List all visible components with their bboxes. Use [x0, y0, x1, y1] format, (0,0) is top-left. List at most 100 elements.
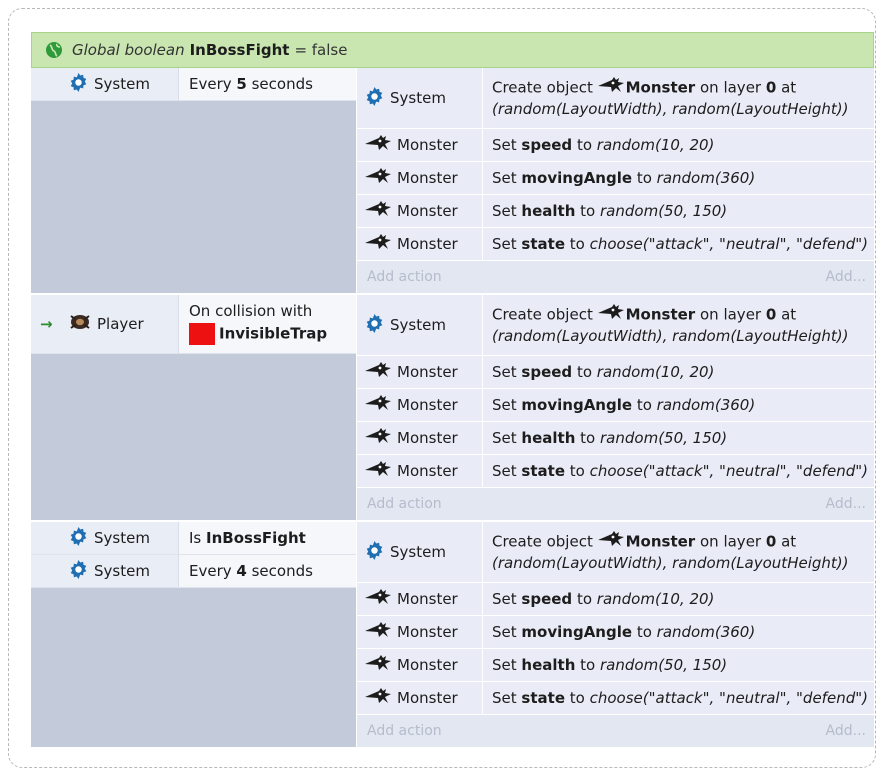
condition-object-name: System [94, 75, 150, 93]
action-text[interactable]: Set health to random(50, 150) [483, 422, 874, 454]
conditions-column[interactable]: System Is InBossFight System Every 4 second… [31, 522, 357, 747]
condition-object[interactable]: System [31, 522, 179, 554]
condition-row[interactable]: System Every 4 seconds [31, 555, 356, 588]
action-text[interactable]: Set movingAngle to random(360) [483, 389, 874, 421]
action-property: movingAngle [521, 395, 633, 414]
action-object[interactable]: Monster [357, 195, 483, 227]
action-row[interactable]: Monster Set movingAngle to random(360) [357, 616, 874, 649]
action-property: movingAngle [521, 622, 633, 641]
action-row[interactable]: Monster Set speed to random(10, 20) [357, 129, 874, 162]
action-object-name: Monster [397, 590, 458, 608]
action-text[interactable]: Create object Monster on layer 0 at (rand… [483, 522, 874, 582]
condition-object[interactable]: System [31, 555, 179, 587]
condition-text[interactable]: On collision with InvisibleTrap [179, 295, 356, 353]
event-block[interactable]: System Is InBossFight System Every 4 second… [31, 522, 874, 749]
add-action-link[interactable]: Add action [367, 269, 442, 285]
action-object[interactable]: Monster [357, 616, 483, 648]
conditions-column[interactable]: System Every 5 seconds [31, 68, 357, 293]
action-row[interactable]: Monster Set speed to random(10, 20) [357, 583, 874, 616]
action-object[interactable]: Monster [357, 455, 483, 487]
action-text[interactable]: Set state to choose("attack", "neutral",… [483, 682, 874, 714]
action-text[interactable]: Create object Monster on layer 0 at (rand… [483, 68, 874, 128]
condition-object-name: System [94, 562, 150, 580]
to-label: to [576, 135, 593, 154]
set-label: Set [492, 622, 517, 641]
action-object[interactable]: Monster [357, 583, 483, 615]
add-action-row[interactable]: Add action Add... [357, 715, 874, 747]
action-row[interactable]: System Create object Monster on layer 0 a… [357, 68, 874, 129]
action-row[interactable]: System Create object Monster on layer 0 a… [357, 522, 874, 583]
action-object[interactable]: Monster [357, 228, 483, 260]
condition-pre: Is [189, 529, 207, 547]
condition-text[interactable]: Is InBossFight [179, 522, 356, 554]
action-text[interactable]: Set speed to random(10, 20) [483, 129, 874, 161]
action-row[interactable]: Monster Set movingAngle to random(360) [357, 162, 874, 195]
action-text[interactable]: Set movingAngle to random(360) [483, 162, 874, 194]
condition-row[interactable]: System Every 5 seconds [31, 68, 356, 101]
action-text[interactable]: Set state to choose("attack", "neutral",… [483, 455, 874, 487]
action-row[interactable]: Monster Set health to random(50, 150) [357, 649, 874, 682]
action-object[interactable]: System [357, 68, 483, 128]
to-label: to [576, 362, 593, 381]
condition-object[interactable]: Player [31, 295, 179, 353]
action-object[interactable]: Monster [357, 422, 483, 454]
action-object-name: System [390, 316, 446, 334]
add-more-link[interactable]: Add... [826, 269, 866, 285]
action-text[interactable]: Create object Monster on layer 0 at (rand… [483, 295, 874, 355]
condition-text[interactable]: Every 5 seconds [179, 68, 356, 100]
action-row[interactable]: Monster Set health to random(50, 150) [357, 195, 874, 228]
conditions-column[interactable]: → Player On collision with InvisibleTrap [31, 295, 357, 520]
condition-object[interactable]: System [31, 68, 179, 100]
action-property: state [521, 234, 565, 253]
action-row[interactable]: System Create object Monster on layer 0 a… [357, 295, 874, 356]
set-label: Set [492, 168, 517, 187]
create-prefix: Create object [492, 305, 593, 323]
action-object[interactable]: Monster [357, 356, 483, 388]
action-object[interactable]: Monster [357, 682, 483, 714]
set-label: Set [492, 234, 517, 253]
condition-pre: Every [189, 562, 237, 580]
action-object[interactable]: System [357, 522, 483, 582]
condition-post: seconds [246, 75, 313, 93]
condition-text[interactable]: Every 4 seconds [179, 555, 356, 587]
action-row[interactable]: Monster Set movingAngle to random(360) [357, 389, 874, 422]
action-object-name: Monster [397, 656, 458, 674]
set-label: Set [492, 201, 517, 220]
gear-icon [69, 72, 88, 96]
action-row[interactable]: Monster Set state to choose("attack", "ne… [357, 455, 874, 488]
set-label: Set [492, 362, 517, 381]
action-object[interactable]: Monster [357, 162, 483, 194]
action-text[interactable]: Set health to random(50, 150) [483, 195, 874, 227]
global-variable-row[interactable]: Global boolean InBossFight = false [31, 32, 874, 68]
add-action-row[interactable]: Add action Add... [357, 488, 874, 520]
action-text[interactable]: Set state to choose("attack", "neutral",… [483, 228, 874, 260]
action-text[interactable]: Set speed to random(10, 20) [483, 356, 874, 388]
action-object[interactable]: System [357, 295, 483, 355]
add-action-link[interactable]: Add action [367, 723, 442, 739]
action-row[interactable]: Monster Set state to choose("attack", "ne… [357, 682, 874, 715]
add-more-link[interactable]: Add... [826, 496, 866, 512]
add-action-link[interactable]: Add action [367, 496, 442, 512]
create-layer: 0 [765, 305, 777, 323]
create-object-name: Monster [625, 305, 696, 323]
action-row[interactable]: Monster Set speed to random(10, 20) [357, 356, 874, 389]
add-action-row[interactable]: Add action Add... [357, 261, 874, 293]
event-block[interactable]: → Player On collision with InvisibleTrap Sys… [31, 295, 874, 522]
action-row[interactable]: Monster Set health to random(50, 150) [357, 422, 874, 455]
action-object[interactable]: Monster [357, 129, 483, 161]
create-object-name: Monster [625, 532, 696, 550]
add-more-link[interactable]: Add... [826, 723, 866, 739]
condition-row[interactable]: → Player On collision with InvisibleTrap [31, 295, 356, 354]
gear-icon [365, 540, 384, 564]
action-text[interactable]: Set health to random(50, 150) [483, 649, 874, 681]
create-suffix: at [781, 532, 797, 550]
action-expression: random(10, 20) [596, 589, 715, 608]
action-object[interactable]: Monster [357, 389, 483, 421]
action-text[interactable]: Set movingAngle to random(360) [483, 616, 874, 648]
action-row[interactable]: Monster Set state to choose("attack", "ne… [357, 228, 874, 261]
action-expression: random(50, 150) [600, 655, 728, 674]
event-block[interactable]: System Every 5 seconds System Create object… [31, 68, 874, 295]
action-object[interactable]: Monster [357, 649, 483, 681]
action-text[interactable]: Set speed to random(10, 20) [483, 583, 874, 615]
condition-row[interactable]: System Is InBossFight [31, 522, 356, 555]
